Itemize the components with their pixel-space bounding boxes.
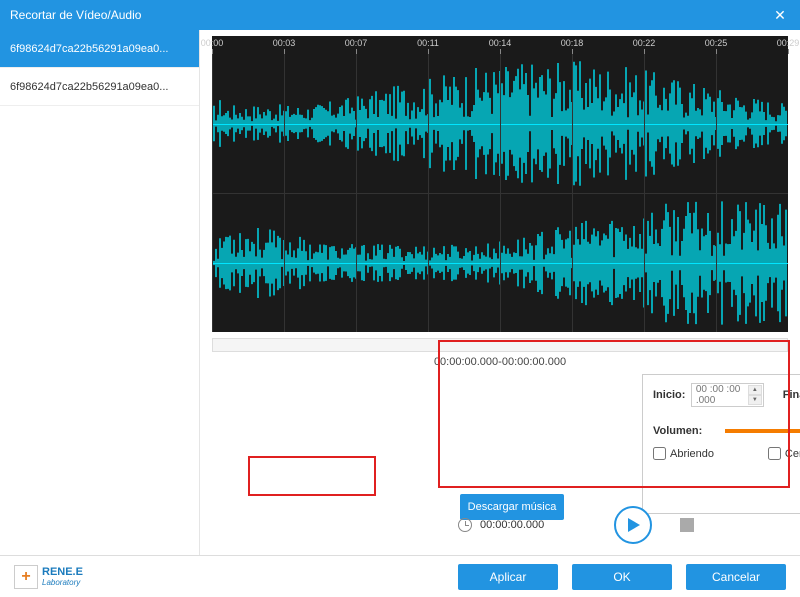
current-playback-time: 00:00:00.000 [480, 519, 544, 531]
spinner-up-icon[interactable]: ▲ [748, 385, 762, 395]
file-item[interactable]: 6f98624d7ca22b56291a09ea0... [0, 30, 199, 68]
fade-out-checkbox[interactable]: Cerrando [768, 447, 800, 460]
ruler-tick-label: 00:07 [345, 38, 368, 48]
apply-button[interactable]: Aplicar [458, 564, 558, 590]
start-time-input[interactable]: 00 :00 :00 .000 ▲▼ [691, 383, 764, 407]
trim-parameters-panel: Inicio: 00 :00 :00 .000 ▲▼ Final: 00 :00… [642, 374, 800, 514]
ruler-tick-label: 00:00 [201, 38, 224, 48]
ruler-tick-label: 00:22 [633, 38, 656, 48]
spinner-down-icon[interactable]: ▼ [748, 395, 762, 405]
window-title: Recortar de Vídeo/Audio [10, 8, 770, 22]
fade-in-checkbox[interactable]: Abriendo [653, 447, 714, 460]
playback-controls: 00:00:00.000 [410, 503, 788, 547]
waveform-scrollbar[interactable] [212, 338, 788, 352]
selection-time-range: 00:00:00.000-00:00:00.000 [212, 356, 788, 372]
ruler-tick-label: 00:25 [705, 38, 728, 48]
file-list: 6f98624d7ca22b56291a09ea0... 6f98624d7ca… [0, 30, 200, 555]
time-ruler[interactable]: 00:0000:0300:0700:1100:1400:1800:2200:25… [212, 36, 788, 54]
stop-button[interactable] [680, 518, 694, 532]
ruler-tick-label: 00:18 [561, 38, 584, 48]
volume-slider[interactable] [725, 429, 800, 433]
start-label: Inicio: [653, 389, 691, 401]
play-icon [625, 517, 641, 533]
logo-icon: + [14, 565, 38, 589]
close-icon[interactable]: ✕ [770, 7, 790, 24]
ruler-tick-label: 00:14 [489, 38, 512, 48]
ruler-tick-label: 00:03 [273, 38, 296, 48]
brand-logo: + RENE.E Laboratory [14, 565, 83, 589]
play-button[interactable] [614, 506, 652, 544]
footer-bar: + RENE.E Laboratory Aplicar OK Cancelar [0, 555, 800, 597]
editor-pane: 00:00 00:03 00:07 00:11 00:14 00:18 00:22 00:25… [200, 30, 800, 555]
titlebar: Recortar de Vídeo/Audio ✕ [0, 0, 800, 30]
ok-button[interactable]: OK [572, 564, 672, 590]
waveform-display[interactable] [212, 54, 788, 332]
clock-icon [458, 518, 472, 532]
ruler-tick-label: 00:11 [417, 38, 439, 48]
cancel-button[interactable]: Cancelar [686, 564, 786, 590]
file-item[interactable]: 6f98624d7ca22b56291a09ea0... [0, 68, 199, 106]
volume-label: Volumen: [653, 425, 723, 437]
ruler-tick-label: 00:29 [777, 38, 800, 48]
end-label: Final: [783, 389, 800, 401]
